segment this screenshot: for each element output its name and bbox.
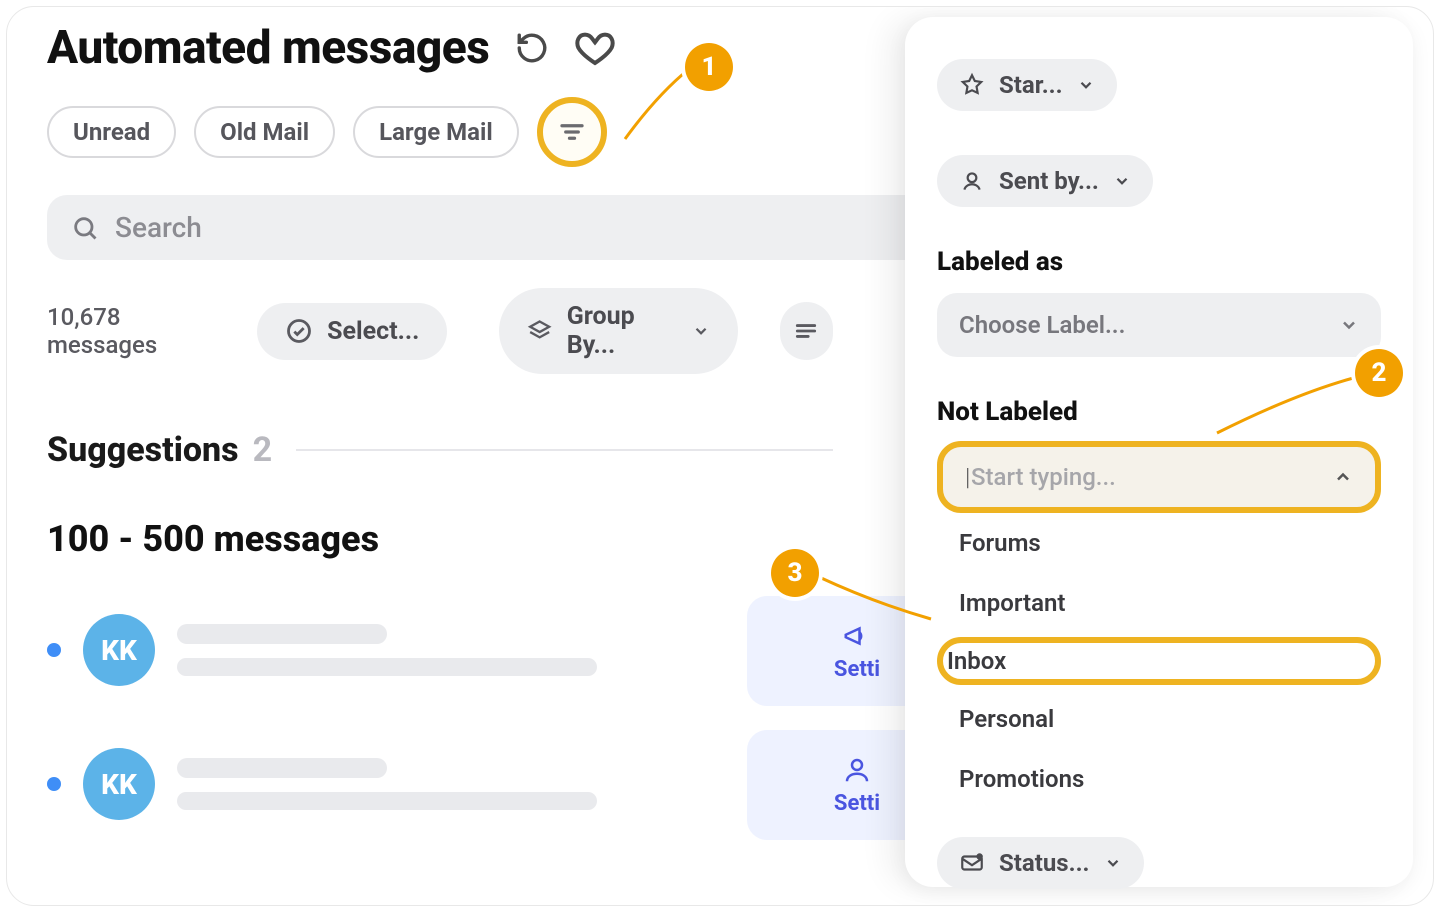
chevron-down-icon (692, 321, 710, 341)
chevron-down-icon (1077, 76, 1095, 94)
label-option-inbox-highlight: Inbox (937, 637, 1381, 685)
avatar: KK (83, 748, 155, 820)
group-by-label: Group By... (567, 302, 678, 360)
message-preview-placeholder (177, 758, 597, 810)
select-button[interactable]: Select... (257, 303, 447, 360)
callout-badge-1: 1 (685, 43, 733, 91)
star-icon (959, 72, 985, 98)
select-label: Select... (327, 317, 419, 346)
heart-icon[interactable] (575, 28, 615, 68)
message-settings-label: Setti (834, 791, 880, 816)
avatar: KK (83, 614, 155, 686)
search-icon (71, 214, 99, 242)
message-count: 10,678 messages (47, 303, 221, 359)
page-title: Automated messages (47, 21, 489, 75)
person-icon (959, 168, 985, 194)
star-filter-label: Star... (999, 71, 1063, 99)
chip-old-mail[interactable]: Old Mail (194, 106, 335, 158)
group-by-button[interactable]: Group By... (499, 288, 737, 374)
bucket-title: 100 - 500 messages (47, 518, 833, 560)
message-row[interactable]: KK Setti (47, 614, 833, 686)
choose-label-placeholder: Choose Label... (959, 311, 1125, 339)
chevron-down-icon (1339, 315, 1359, 335)
app-frame: Automated messages Unread Old Mail Large… (6, 6, 1434, 906)
suggestions-header: Suggestions 2 (47, 430, 833, 470)
sent-by-filter-label: Sent by... (999, 167, 1099, 195)
unread-dot-icon (47, 643, 61, 657)
chevron-down-icon (1113, 172, 1131, 190)
section-divider (296, 449, 833, 451)
chip-unread[interactable]: Unread (47, 106, 176, 158)
filter-icon-button[interactable] (537, 97, 607, 167)
filter-icon (557, 117, 587, 147)
labeled-as-title: Labeled as (937, 247, 1381, 277)
not-labeled-input[interactable]: | Start typing... (937, 441, 1381, 513)
chevron-down-icon (1104, 854, 1122, 872)
toolbar-row: 10,678 messages Select... Group By... (47, 288, 833, 374)
refresh-icon[interactable] (515, 31, 549, 65)
label-option-inbox[interactable]: Inbox (947, 647, 1371, 675)
status-filter-button[interactable]: Status... (937, 837, 1144, 889)
filter-popup: Star... Sent by... Labeled as Choose Lab… (905, 17, 1413, 887)
message-settings-label: Setti (834, 657, 880, 682)
unread-dot-icon (47, 777, 61, 791)
sent-by-filter-button[interactable]: Sent by... (937, 155, 1153, 207)
person-icon (842, 755, 872, 785)
filter-chips-row: Unread Old Mail Large Mail (47, 97, 833, 167)
list-icon (793, 318, 819, 344)
not-labeled-placeholder: Start typing... (971, 463, 1116, 491)
label-option-promotions[interactable]: Promotions (937, 749, 1381, 809)
check-circle-icon (285, 317, 313, 345)
search-placeholder: Search (115, 211, 202, 244)
star-filter-button[interactable]: Star... (937, 59, 1117, 111)
suggestions-count: 2 (253, 430, 273, 470)
label-option-important[interactable]: Important (937, 573, 1381, 633)
main-panel: Automated messages Unread Old Mail Large… (47, 21, 833, 905)
megaphone-icon (842, 621, 872, 651)
label-option-personal[interactable]: Personal (937, 689, 1381, 749)
not-labeled-title: Not Labeled (937, 397, 1381, 427)
more-toolbar-button[interactable] (780, 302, 833, 360)
layers-icon (527, 317, 552, 345)
message-row[interactable]: KK Setti (47, 748, 833, 820)
label-dropdown-list: Forums Important Inbox Personal Promotio… (937, 513, 1381, 809)
label-option-forums[interactable]: Forums (937, 513, 1381, 573)
status-filter-label: Status... (999, 849, 1090, 877)
chip-large-mail[interactable]: Large Mail (353, 106, 519, 158)
chevron-up-icon (1333, 467, 1353, 487)
callout-badge-3: 3 (771, 549, 819, 597)
message-preview-placeholder (177, 624, 597, 676)
envelope-icon (959, 850, 985, 876)
suggestions-title: Suggestions (47, 430, 239, 470)
choose-label-dropdown[interactable]: Choose Label... (937, 293, 1381, 357)
callout-badge-2: 2 (1355, 349, 1403, 397)
